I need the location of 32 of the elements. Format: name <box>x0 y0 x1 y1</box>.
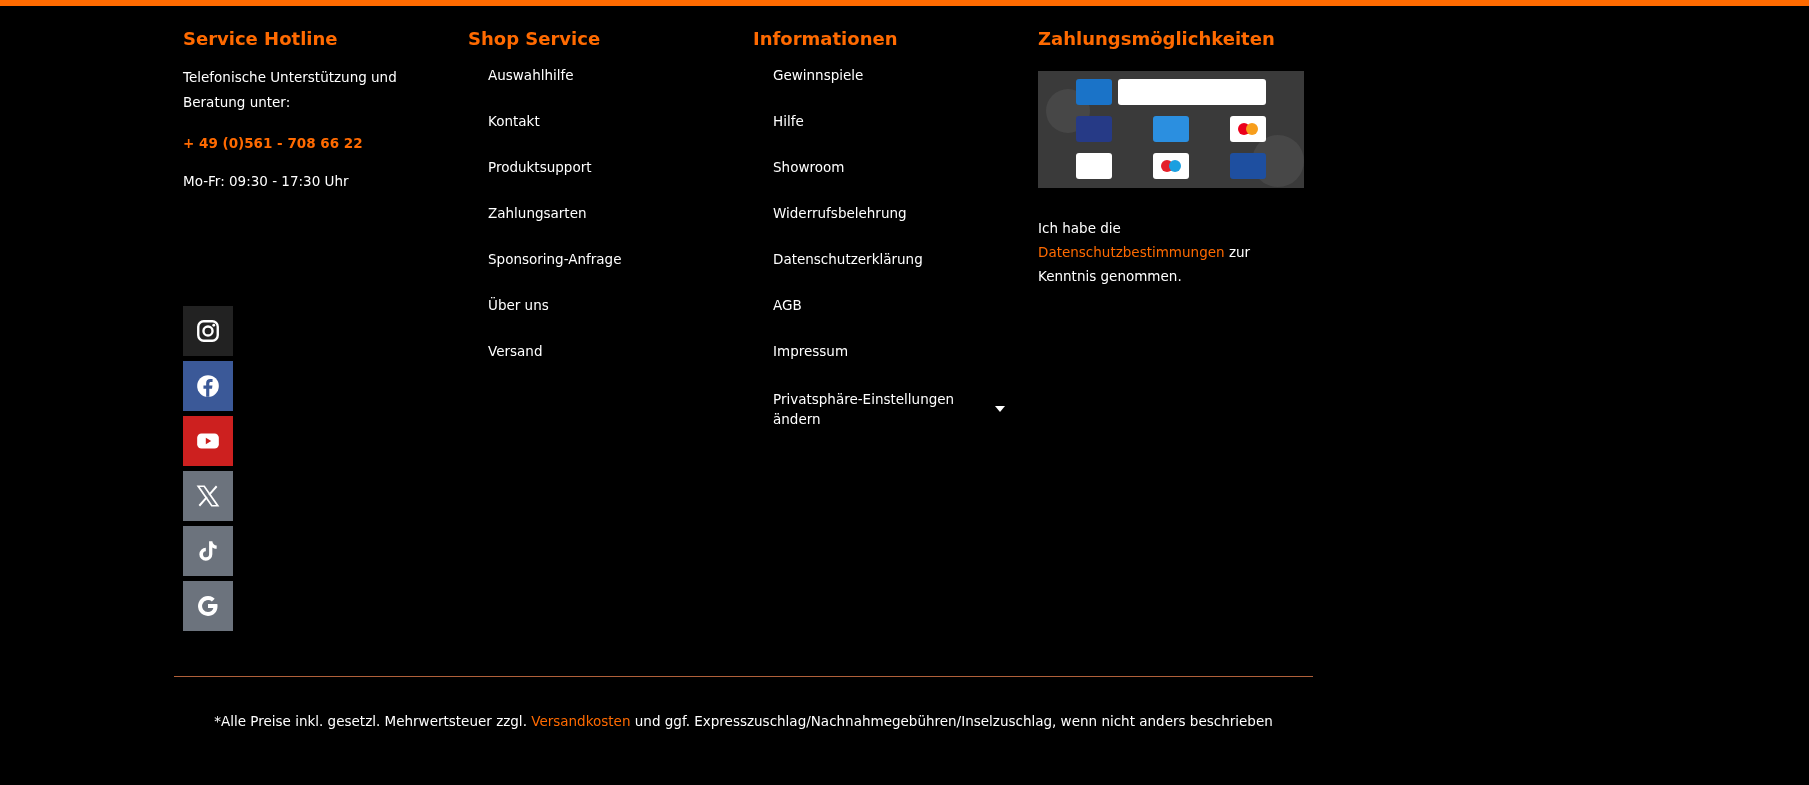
social-button[interactable] <box>183 306 233 356</box>
consent-text: Ich habe die Datenschutzbestimmungen zur Kenntnis genommen. <box>1038 219 1252 286</box>
footer-link[interactable]: Datenschutzerklärung <box>773 251 1005 297</box>
phone-link[interactable]: + 49 (0)561 - 708 66 22 <box>183 135 363 151</box>
footer-link[interactable]: Sponsoring-Anfrage <box>488 251 622 297</box>
price-note: *Alle Preise inkl. gesetzl. Mehrwertsteuer zzgl. Versandkosten und ggf. Expresszuschlag/Nachnahmegebühren/Inselzuschlag, wenn nicht anders beschrieben <box>213 713 1274 729</box>
social-button[interactable] <box>183 361 233 411</box>
footer-link[interactable]: Auswahlhilfe <box>488 67 622 113</box>
hotline-text: Telefonische Unterstützung und Beratung unter: <box>183 68 398 112</box>
instagram-icon <box>195 318 221 344</box>
footer-link[interactable]: Impressum <box>773 343 1005 389</box>
footer-link[interactable]: Produktsupport <box>488 159 622 205</box>
footer-link[interactable]: Zahlungsarten <box>488 205 622 251</box>
footer-link[interactable]: Gewinnspiele <box>773 67 1005 113</box>
opening-hours: Mo-Fr: 09:30 - 17:30 Uhr <box>183 173 349 189</box>
x-icon <box>195 483 221 509</box>
column-heading: Service Hotline <box>183 28 338 49</box>
footer-link[interactable]: AGB <box>773 297 1005 343</box>
column-heading: Zahlungsmöglichkeiten <box>1038 28 1275 49</box>
column-heading: Shop Service <box>468 28 601 49</box>
privacy-link[interactable]: Datenschutzbestimmungen <box>1038 244 1225 260</box>
footer-link[interactable]: Widerrufsbelehrung <box>773 205 1005 251</box>
privacy-settings-dropdown[interactable]: Privatsphäre-Einstellungen ändern <box>773 389 1005 429</box>
facebook-icon <box>195 373 221 399</box>
shipping-link[interactable]: Versandkosten <box>531 713 631 729</box>
column-heading: Informationen <box>753 28 898 49</box>
footer-link[interactable]: Über uns <box>488 297 622 343</box>
caret-icon <box>995 406 1005 412</box>
footer-link[interactable]: Hilfe <box>773 113 1005 159</box>
footer-link[interactable]: Versand <box>488 343 622 389</box>
footer-link[interactable]: Showroom <box>773 159 1005 205</box>
footer-link[interactable]: Kontakt <box>488 113 622 159</box>
